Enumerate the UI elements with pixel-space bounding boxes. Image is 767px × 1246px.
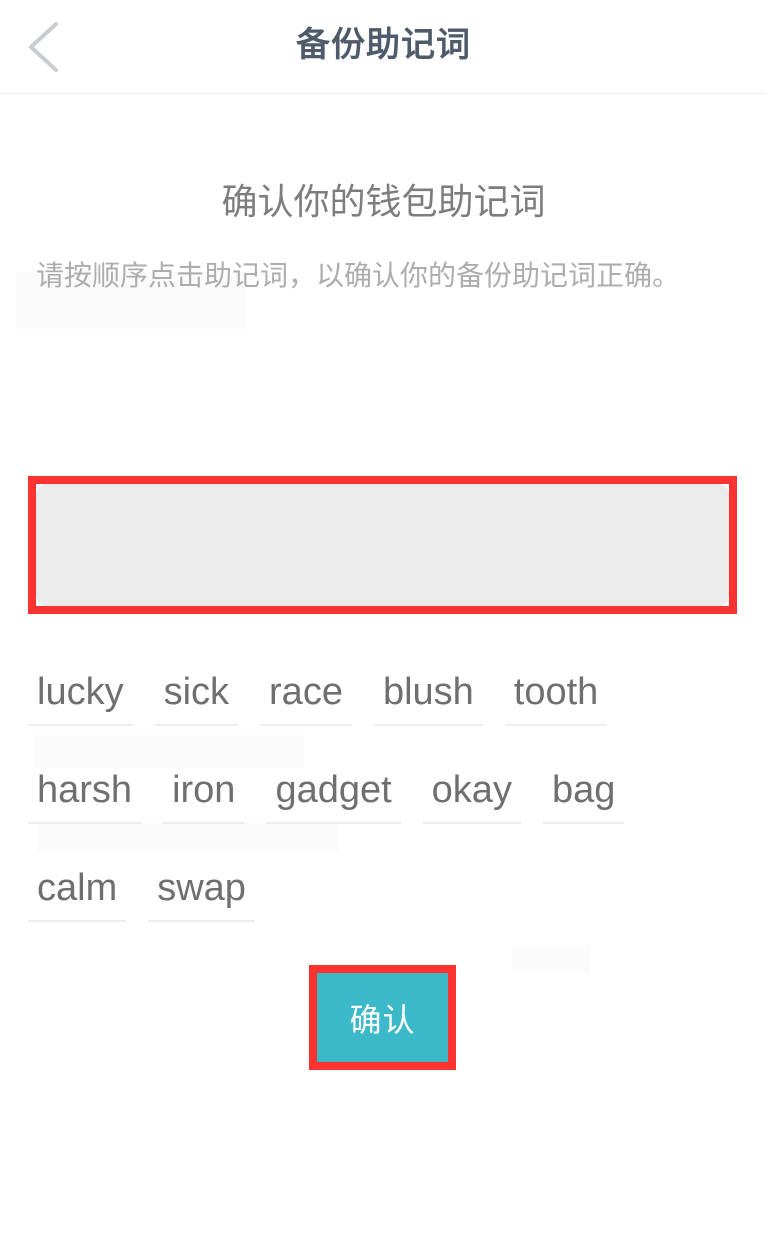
word-chip[interactable]: tooth — [504, 666, 608, 726]
word-chip[interactable]: swap — [148, 862, 255, 922]
app-header: 备份助记词 — [0, 0, 767, 94]
section-description: 请按顺序点击助记词，以确认你的备份助记词正确。 — [36, 260, 681, 291]
section-title: 确认你的钱包助记词 — [221, 181, 546, 222]
selected-words-area[interactable] — [36, 484, 729, 606]
word-chip[interactable]: sick — [154, 666, 239, 726]
word-chip[interactable]: gadget — [266, 764, 401, 824]
word-chip[interactable]: lucky — [28, 666, 133, 726]
word-chip[interactable]: harsh — [28, 764, 142, 824]
answer-area-highlight — [28, 476, 737, 614]
word-bank: lucky sick race blush tooth harsh iron gadget ok… — [28, 666, 728, 960]
page-content: 确认你的钱包助记词 请按顺序点击助记词，以确认你的备份助记词正确。 lucky s… — [0, 94, 767, 1070]
page-title: 备份助记词 — [296, 26, 471, 64]
confirm-button-highlight: 确认 — [309, 965, 456, 1070]
word-chip[interactable]: calm — [28, 862, 127, 922]
confirm-button[interactable]: 确认 — [317, 973, 448, 1062]
word-chip[interactable]: bag — [542, 764, 625, 824]
word-chip[interactable]: iron — [163, 764, 245, 824]
word-chip[interactable]: okay — [422, 764, 521, 824]
word-chip[interactable]: race — [260, 666, 352, 726]
word-chip[interactable]: blush — [373, 666, 483, 726]
